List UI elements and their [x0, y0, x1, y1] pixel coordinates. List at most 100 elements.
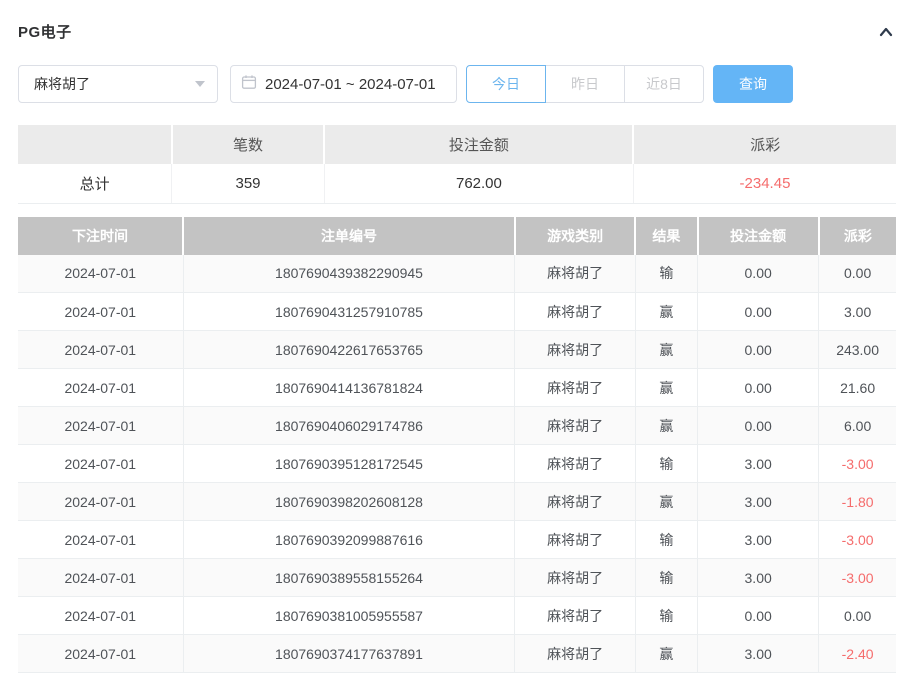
summary-col-payout: 派彩: [633, 125, 896, 164]
game-select-value: 麻将胡了: [34, 74, 90, 94]
summary-col-bet-amount: 投注金额: [324, 125, 633, 164]
table-row: 2024-07-01 1807690431257910785 麻将胡了 赢 0.…: [18, 293, 896, 331]
table-row: 2024-07-01 1807690395128172545 麻将胡了 输 3.…: [18, 445, 896, 483]
cell-bet-time: 2024-07-01: [18, 597, 183, 635]
cell-bet-id: 1807690406029174786: [183, 407, 515, 445]
cell-bet-id: 1807690414136781824: [183, 369, 515, 407]
cell-bet-time: 2024-07-01: [18, 369, 183, 407]
cell-bet-amount: 3.00: [698, 521, 819, 559]
cell-payout: 0.00: [819, 255, 896, 293]
cell-bet-time: 2024-07-01: [18, 255, 183, 293]
cell-payout: 243.00: [819, 331, 896, 369]
cell-payout: -3.00: [819, 559, 896, 597]
cell-game-type: 麻将胡了: [515, 597, 635, 635]
cell-bet-id: 1807690398202608128: [183, 483, 515, 521]
cell-payout: -2.40: [819, 635, 896, 673]
cell-bet-time: 2024-07-01: [18, 483, 183, 521]
cell-game-type: 麻将胡了: [515, 407, 635, 445]
cell-result: 赢: [635, 407, 697, 445]
table-row: 2024-07-01 1807690414136781824 麻将胡了 赢 0.…: [18, 369, 896, 407]
table-row: 2024-07-01 1807690392099887616 麻将胡了 输 3.…: [18, 521, 896, 559]
summary-col-blank: [18, 125, 172, 164]
table-row: 2024-07-01 1807690381005955587 麻将胡了 输 0.…: [18, 597, 896, 635]
panel-header: PG电子: [18, 0, 896, 42]
cell-bet-time: 2024-07-01: [18, 635, 183, 673]
summary-bet-amount-value: 762.00: [324, 164, 633, 203]
chevron-up-icon: [876, 30, 896, 45]
cell-bet-time: 2024-07-01: [18, 445, 183, 483]
cell-payout: 6.00: [819, 407, 896, 445]
records-col-bet-time: 下注时间: [18, 217, 183, 255]
cell-payout: 3.00: [819, 293, 896, 331]
cell-bet-amount: 3.00: [698, 483, 819, 521]
records-col-result: 结果: [635, 217, 697, 255]
summary-total-label: 总计: [18, 164, 172, 203]
cell-game-type: 麻将胡了: [515, 293, 635, 331]
cell-bet-amount: 0.00: [698, 331, 819, 369]
cell-bet-amount: 0.00: [698, 293, 819, 331]
cell-payout: -3.00: [819, 445, 896, 483]
pg-panel: PG电子 麻将胡了 2024-07-01 ~ 2024-07-01 今日 昨日 …: [0, 0, 914, 673]
date-range-value: 2024-07-01 ~ 2024-07-01: [265, 76, 436, 93]
summary-count-value: 359: [172, 164, 325, 203]
table-row: 2024-07-01 1807690374177637891 麻将胡了 赢 3.…: [18, 635, 896, 673]
quick-date-button-group: 今日 昨日 近8日: [466, 65, 704, 103]
cell-result: 输: [635, 255, 697, 293]
cell-bet-amount: 0.00: [698, 255, 819, 293]
table-row: 2024-07-01 1807690422617653765 麻将胡了 赢 0.…: [18, 331, 896, 369]
cell-bet-id: 1807690431257910785: [183, 293, 515, 331]
cell-bet-amount: 0.00: [698, 407, 819, 445]
panel-title: PG电子: [18, 21, 72, 42]
game-select[interactable]: 麻将胡了: [18, 65, 218, 103]
cell-game-type: 麻将胡了: [515, 635, 635, 673]
cell-payout: 0.00: [819, 597, 896, 635]
cell-result: 输: [635, 559, 697, 597]
table-row: 2024-07-01 1807690406029174786 麻将胡了 赢 0.…: [18, 407, 896, 445]
cell-result: 输: [635, 597, 697, 635]
query-button[interactable]: 查询: [713, 65, 793, 103]
cell-bet-time: 2024-07-01: [18, 407, 183, 445]
cell-bet-amount: 3.00: [698, 635, 819, 673]
records-col-bet-id: 注单编号: [183, 217, 515, 255]
cell-bet-id: 1807690392099887616: [183, 521, 515, 559]
cell-bet-time: 2024-07-01: [18, 521, 183, 559]
cell-result: 赢: [635, 483, 697, 521]
cell-game-type: 麻将胡了: [515, 521, 635, 559]
cell-bet-amount: 0.00: [698, 597, 819, 635]
cell-result: 赢: [635, 369, 697, 407]
date-range-input[interactable]: 2024-07-01 ~ 2024-07-01: [230, 65, 457, 103]
table-row: 2024-07-01 1807690439382290945 麻将胡了 输 0.…: [18, 255, 896, 293]
cell-bet-id: 1807690422617653765: [183, 331, 515, 369]
today-button[interactable]: 今日: [466, 65, 546, 103]
summary-total-row: 总计 359 762.00 -234.45: [18, 164, 896, 203]
records-col-game-type: 游戏类别: [515, 217, 635, 255]
table-row: 2024-07-01 1807690398202608128 麻将胡了 赢 3.…: [18, 483, 896, 521]
records-col-bet-amount: 投注金额: [698, 217, 819, 255]
cell-bet-id: 1807690374177637891: [183, 635, 515, 673]
cell-payout: -1.80: [819, 483, 896, 521]
collapse-button[interactable]: [876, 22, 896, 42]
cell-result: 赢: [635, 635, 697, 673]
last-8-days-button[interactable]: 近8日: [624, 65, 704, 103]
cell-game-type: 麻将胡了: [515, 445, 635, 483]
records-table: 下注时间 注单编号 游戏类别 结果 投注金额 派彩 2024-07-01 180…: [18, 217, 896, 673]
summary-table: 笔数 投注金额 派彩 总计 359 762.00 -234.45: [18, 125, 896, 204]
cell-payout: 21.60: [819, 369, 896, 407]
cell-game-type: 麻将胡了: [515, 559, 635, 597]
table-row: 2024-07-01 1807690389558155264 麻将胡了 输 3.…: [18, 559, 896, 597]
cell-bet-time: 2024-07-01: [18, 559, 183, 597]
cell-game-type: 麻将胡了: [515, 255, 635, 293]
summary-col-count: 笔数: [172, 125, 325, 164]
yesterday-button[interactable]: 昨日: [545, 65, 625, 103]
cell-bet-amount: 3.00: [698, 445, 819, 483]
cell-bet-id: 1807690395128172545: [183, 445, 515, 483]
summary-payout-value: -234.45: [633, 164, 896, 203]
cell-bet-time: 2024-07-01: [18, 293, 183, 331]
cell-game-type: 麻将胡了: [515, 331, 635, 369]
cell-result: 输: [635, 521, 697, 559]
records-col-payout: 派彩: [819, 217, 896, 255]
cell-result: 输: [635, 445, 697, 483]
records-body: 2024-07-01 1807690439382290945 麻将胡了 输 0.…: [18, 255, 896, 673]
cell-bet-id: 1807690381005955587: [183, 597, 515, 635]
records-header-row: 下注时间 注单编号 游戏类别 结果 投注金额 派彩: [18, 217, 896, 255]
